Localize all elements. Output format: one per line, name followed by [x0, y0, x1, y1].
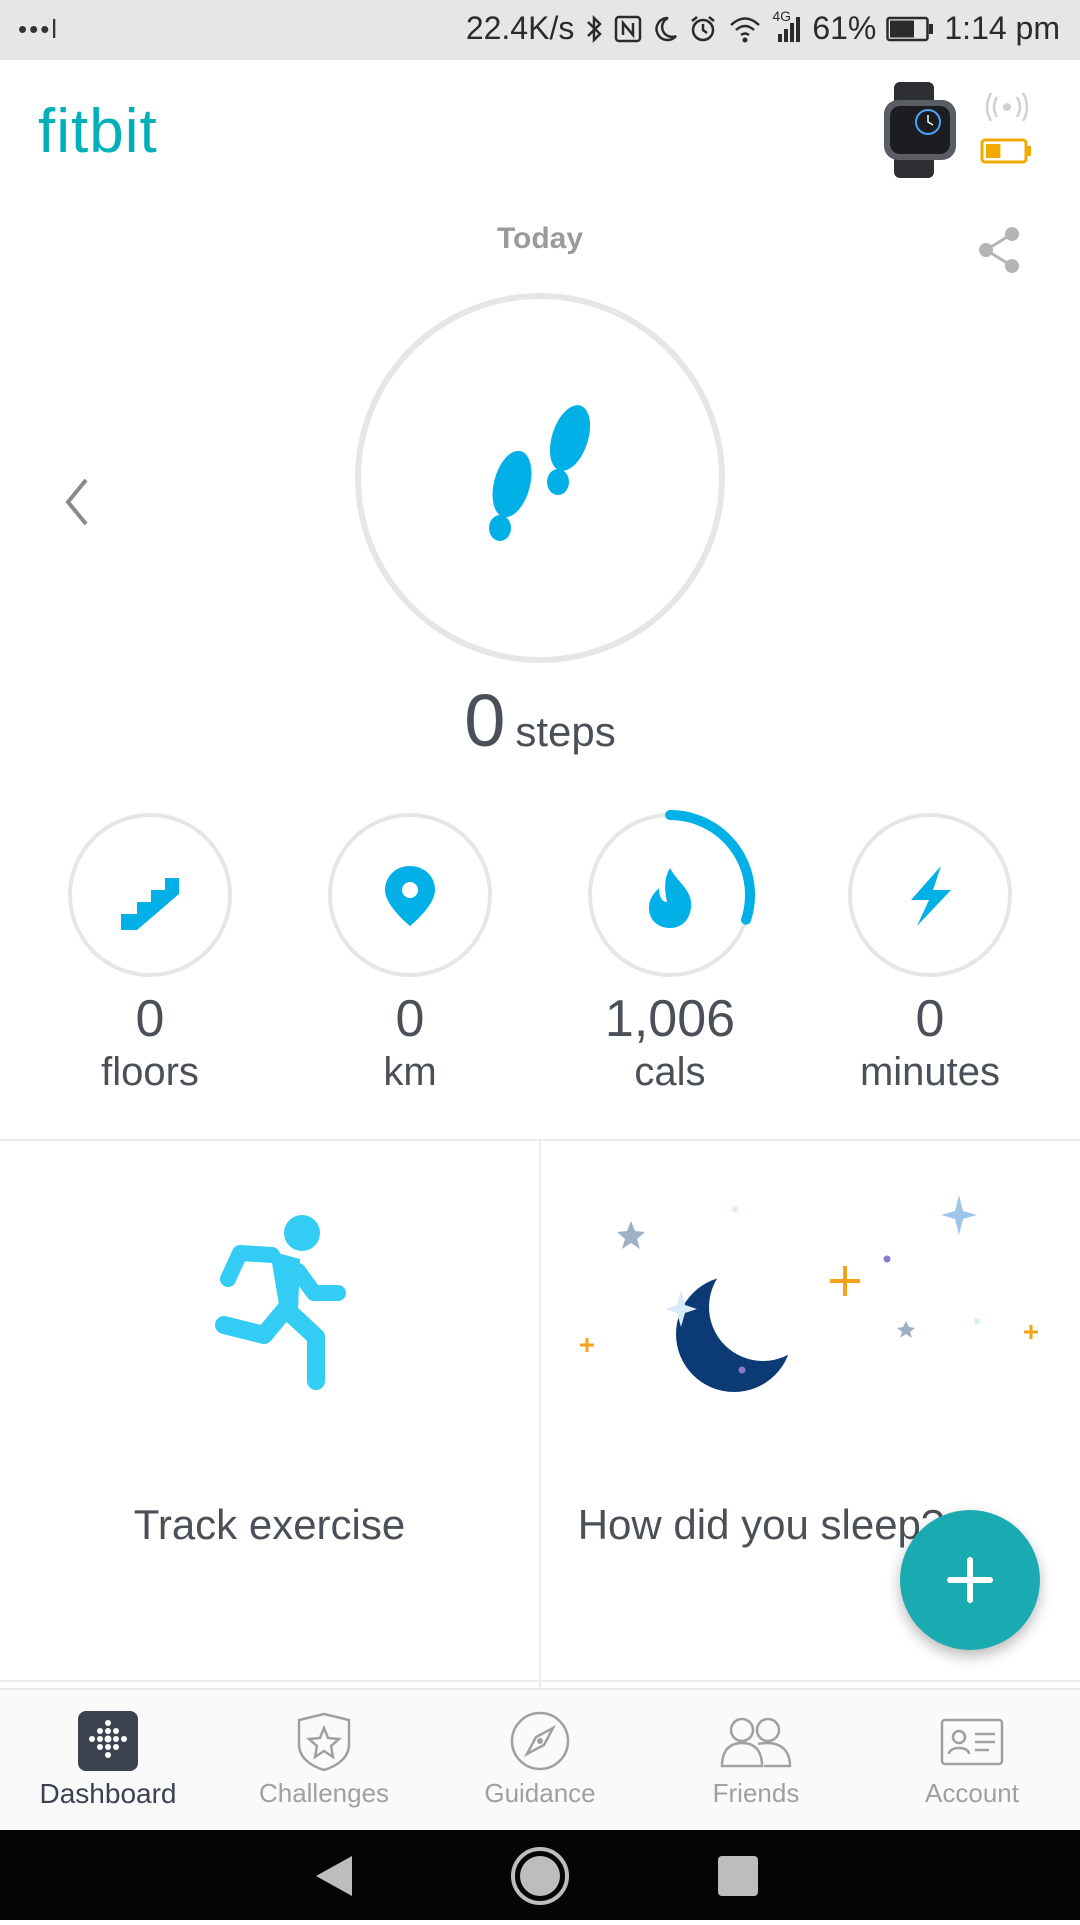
nfc-icon [614, 14, 642, 44]
nav-label-dashboard: Dashboard [39, 1778, 177, 1809]
network-type: 4G [772, 7, 792, 24]
steps-readout: 0 steps [0, 678, 1080, 763]
stairs-icon [121, 878, 179, 930]
nav-label-challenges: Challenges [258, 1778, 390, 1808]
back-icon[interactable] [316, 1856, 352, 1896]
compass-icon [510, 1711, 570, 1771]
alarm-icon [688, 14, 718, 44]
dashboard-icon [78, 1711, 138, 1771]
signal-icon: 4G [772, 8, 802, 44]
nav-label-guidance: Guidance [484, 1778, 596, 1808]
flame-icon [649, 868, 692, 928]
steps-value: 0 [464, 679, 506, 762]
bluetooth-icon [584, 14, 604, 44]
lightning-icon [911, 866, 951, 926]
sync-signal-icon [985, 90, 1029, 129]
recents-icon[interactable] [718, 1856, 758, 1896]
home-icon[interactable] [511, 1847, 569, 1905]
android-nav-bar [0, 1830, 1080, 1920]
plus-icon [947, 1557, 993, 1603]
stat-calories[interactable]: 1,006 cals [580, 810, 760, 1096]
nav-label-account: Account [925, 1778, 1019, 1808]
previous-day-button[interactable] [56, 472, 100, 532]
night-sky-icon [580, 1195, 1038, 1392]
net-speed: 22.4K/s [465, 10, 575, 46]
minutes-value: 0 [915, 990, 945, 1048]
floors-unit: floors [101, 1050, 199, 1094]
date-label[interactable]: Today [0, 222, 1080, 256]
nav-account[interactable]: Account [864, 1690, 1080, 1832]
status-right: 22.4K/s 4G 61% 1:14 pm [465, 8, 1060, 47]
share-icon[interactable] [972, 222, 1028, 278]
divider [0, 1680, 1080, 1682]
moon-status-icon [652, 14, 678, 44]
runner-icon [215, 1215, 346, 1390]
minutes-unit: minutes [859, 1050, 1001, 1094]
steps-unit: steps [515, 708, 616, 755]
wifi-icon [728, 14, 762, 44]
nav-friends[interactable]: Friends [648, 1690, 864, 1832]
account-card-icon [940, 1718, 1004, 1766]
battery-percent: 61% [812, 10, 877, 46]
nav-challenges[interactable]: Challenges [216, 1690, 432, 1832]
nav-label-friends: Friends [712, 1778, 800, 1808]
track-exercise-tile[interactable]: Track exercise [0, 1141, 539, 1681]
notification-dots: •••l [18, 14, 60, 44]
distance-unit: km [383, 1050, 437, 1094]
distance-value: 0 [395, 990, 425, 1048]
location-pin-icon [385, 866, 435, 926]
phone-battery-icon [886, 16, 934, 42]
stat-floors[interactable]: 0 floors [60, 810, 240, 1096]
device-watch-image[interactable] [880, 82, 960, 178]
friends-icon [720, 1717, 792, 1768]
steps-ring[interactable] [350, 288, 730, 668]
stat-distance[interactable]: 0 km [320, 810, 500, 1096]
floors-value: 0 [135, 990, 165, 1048]
nav-dashboard[interactable]: Dashboard [0, 1690, 216, 1832]
bottom-nav: Dashboard Challenges Guidance Friends Ac… [0, 1688, 1080, 1832]
calories-value: 1,006 [604, 990, 736, 1048]
status-bar: •••l 22.4K/s 4G 61% 1:14 pm [0, 0, 1080, 60]
nav-guidance[interactable]: Guidance [432, 1690, 648, 1832]
fitbit-logo: fitbit [38, 97, 158, 166]
challenges-icon [297, 1712, 351, 1772]
footprints-icon [489, 405, 591, 541]
track-exercise-label: Track exercise [133, 1501, 406, 1548]
stat-active-minutes[interactable]: 0 minutes [840, 810, 1020, 1096]
add-button[interactable] [900, 1510, 1040, 1650]
calories-unit: cals [634, 1050, 706, 1094]
device-battery-icon [980, 138, 1032, 169]
clock: 1:14 pm [944, 10, 1060, 46]
